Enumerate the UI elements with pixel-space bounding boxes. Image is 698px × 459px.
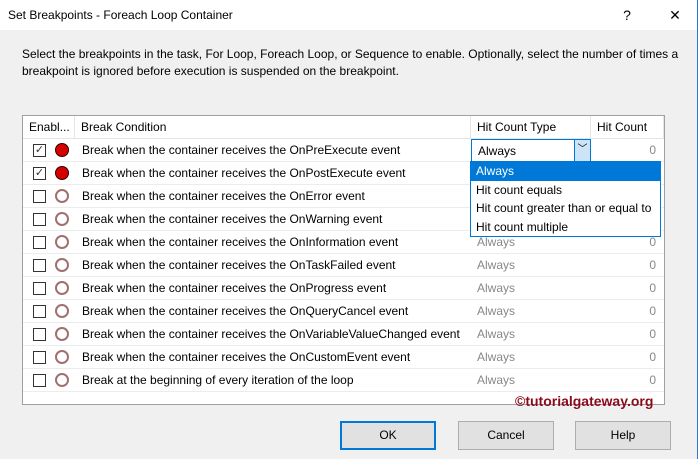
break-condition: Break when the container receives the On… xyxy=(82,235,399,249)
hit-count[interactable]: 0 xyxy=(649,327,656,341)
breakpoint-icon xyxy=(55,327,69,341)
chevron-down-icon[interactable]: ﹀ xyxy=(574,140,590,161)
break-condition: Break at the beginning of every iteratio… xyxy=(82,373,354,387)
breakpoint-icon xyxy=(55,235,69,249)
hit-count[interactable]: 0 xyxy=(649,281,656,295)
hit-count-type[interactable]: Always xyxy=(477,327,515,341)
hit-count-type[interactable]: Always xyxy=(477,258,515,272)
enable-checkbox[interactable] xyxy=(33,259,46,272)
close-icon[interactable]: ✕ xyxy=(660,4,690,26)
enable-checkbox[interactable] xyxy=(33,236,46,249)
column-header-hit-type[interactable]: Hit Count Type xyxy=(471,116,591,139)
break-condition: Break when the container receives the On… xyxy=(82,281,387,295)
breakpoint-icon xyxy=(55,212,69,226)
hit-count-type-dropdown-list[interactable]: Always Hit count equals Hit count greater … xyxy=(470,161,661,237)
hit-count-type-combobox[interactable]: Always ﹀ xyxy=(471,139,591,162)
breakpoint-icon xyxy=(55,373,69,387)
breakpoint-icon xyxy=(55,281,69,295)
enable-checkbox[interactable] xyxy=(33,213,46,226)
hit-count-type[interactable]: Always xyxy=(477,373,515,387)
break-condition: Break when the container receives the On… xyxy=(82,143,401,157)
table-row[interactable]: ✓ Break when the container receives the … xyxy=(23,139,664,162)
enable-checkbox[interactable] xyxy=(33,351,46,364)
instructions-text: Select the breakpoints in the task, For … xyxy=(22,47,679,78)
hit-count-type[interactable]: Always xyxy=(477,304,515,318)
table-row[interactable]: Break at the beginning of every iteratio… xyxy=(23,369,664,392)
column-header-hit-count[interactable]: Hit Count xyxy=(591,116,664,139)
breakpoint-icon xyxy=(55,166,69,180)
table-row[interactable]: Break when the container receives the On… xyxy=(23,323,664,346)
hit-count-type[interactable]: Always xyxy=(477,235,515,249)
breakpoint-icon xyxy=(55,189,69,203)
break-condition: Break when the container receives the On… xyxy=(82,327,460,341)
dropdown-option[interactable]: Always xyxy=(471,162,660,181)
table-row[interactable]: Break when the container receives the On… xyxy=(23,277,664,300)
table-row[interactable]: Break when the container receives the On… xyxy=(23,346,664,369)
break-condition: Break when the container receives the On… xyxy=(82,304,409,318)
hit-count[interactable]: 0 xyxy=(649,258,656,272)
break-condition: Break when the container receives the On… xyxy=(82,258,396,272)
hit-count-type[interactable]: Always xyxy=(477,281,515,295)
enable-checkbox[interactable]: ✓ xyxy=(33,167,46,180)
help-icon[interactable]: ? xyxy=(612,4,642,26)
breakpoint-icon xyxy=(55,304,69,318)
hit-count-type[interactable]: Always xyxy=(477,350,515,364)
window-title: Set Breakpoints - Foreach Loop Container xyxy=(8,8,233,22)
hit-count[interactable]: 0 xyxy=(649,235,656,249)
enable-checkbox[interactable]: ✓ xyxy=(33,144,46,157)
breakpoints-grid: Enabl... Break Condition Hit Count Type … xyxy=(22,115,665,405)
enable-checkbox[interactable] xyxy=(33,305,46,318)
help-button[interactable]: Help xyxy=(575,421,671,450)
enable-checkbox[interactable] xyxy=(33,328,46,341)
breakpoint-icon xyxy=(55,350,69,364)
dropdown-option[interactable]: Hit count greater than or equal to xyxy=(471,199,660,218)
enable-checkbox[interactable] xyxy=(33,282,46,295)
column-header-enabled[interactable]: Enabl... xyxy=(23,116,75,139)
break-condition: Break when the container receives the On… xyxy=(82,166,406,180)
breakpoint-icon xyxy=(55,143,69,157)
dropdown-option[interactable]: Hit count multiple xyxy=(471,218,660,237)
enable-checkbox[interactable] xyxy=(33,374,46,387)
watermark: ©tutorialgateway.org xyxy=(515,393,654,409)
enable-checkbox[interactable] xyxy=(33,190,46,203)
combobox-value: Always xyxy=(478,144,517,158)
hit-count[interactable]: 0 xyxy=(649,304,656,318)
table-row[interactable]: Break when the container receives the On… xyxy=(23,300,664,323)
dropdown-option[interactable]: Hit count equals xyxy=(471,181,660,200)
break-condition: Break when the container receives the On… xyxy=(82,189,365,203)
hit-count[interactable]: 0 xyxy=(649,143,656,157)
break-condition: Break when the container receives the On… xyxy=(82,350,411,364)
hit-count[interactable]: 0 xyxy=(649,350,656,364)
breakpoint-icon xyxy=(55,258,69,272)
cancel-button[interactable]: Cancel xyxy=(458,421,554,450)
title-bar: Set Breakpoints - Foreach Loop Container… xyxy=(0,0,697,30)
hit-count[interactable]: 0 xyxy=(649,373,656,387)
table-row[interactable]: Break when the container receives the On… xyxy=(23,254,664,277)
column-header-condition[interactable]: Break Condition xyxy=(75,116,471,139)
ok-button[interactable]: OK xyxy=(340,421,436,450)
break-condition: Break when the container receives the On… xyxy=(82,212,383,226)
